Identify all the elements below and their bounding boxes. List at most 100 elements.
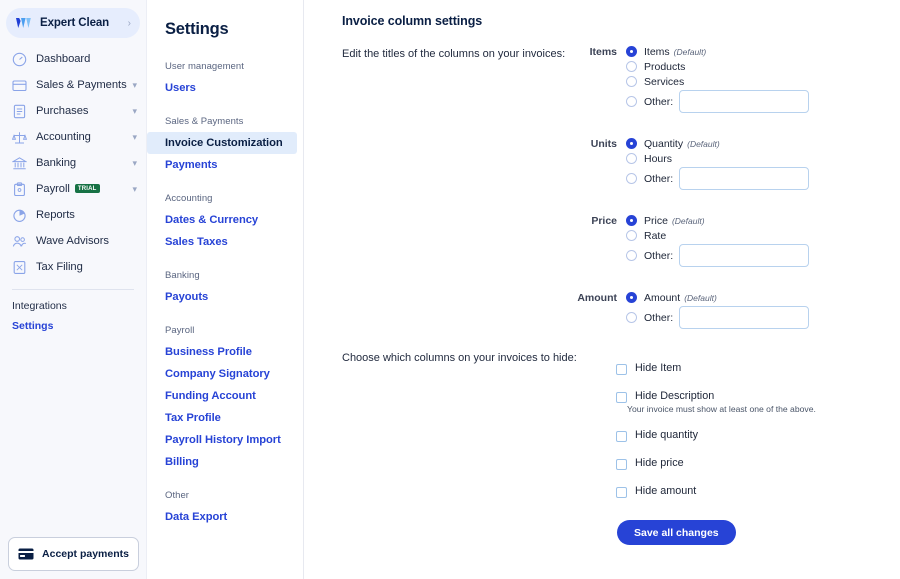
accept-payments-button[interactable]: Accept payments — [8, 537, 139, 571]
radio-button[interactable] — [626, 173, 637, 184]
other-text-input[interactable] — [679, 306, 809, 329]
sidebar-item-sales-payments[interactable]: Sales & Payments▾ — [0, 72, 146, 98]
sidebar-item-accounting[interactable]: Accounting▾ — [0, 124, 146, 150]
settings-link-tax-profile[interactable]: Tax Profile — [147, 407, 303, 429]
sidebar-item-purchases[interactable]: Purchases▾ — [0, 98, 146, 124]
settings-group: PayrollBusiness ProfileCompany Signatory… — [147, 325, 303, 473]
brand-switcher[interactable]: Expert Clean › — [6, 8, 140, 38]
radio-option[interactable]: Rate — [626, 228, 862, 243]
radio-label: Items(Default) — [644, 46, 706, 58]
radio-option[interactable]: Hours — [626, 151, 862, 166]
pie-chart-icon — [12, 208, 27, 223]
left-sidebar: Expert Clean › Dashboard Sales & Payments… — [0, 0, 147, 579]
radio-label: Hours — [644, 153, 672, 165]
checkbox[interactable] — [616, 487, 627, 498]
settings-link-company-signatory[interactable]: Company Signatory — [147, 363, 303, 385]
sidebar-item-label: Wave Advisors — [36, 235, 109, 247]
hide-option-row[interactable]: Hide quantity — [616, 429, 886, 442]
hide-option-row[interactable]: Hide price — [616, 457, 886, 470]
save-all-changes-button[interactable]: Save all changes — [617, 520, 736, 545]
other-text-input[interactable] — [679, 244, 809, 267]
sidebar-item-label: Reports — [36, 209, 75, 221]
hide-option-row[interactable]: Hide Item — [616, 362, 886, 375]
radio-label: Other: — [644, 173, 673, 185]
sidebar-item-wave-advisors[interactable]: Wave Advisors — [0, 228, 146, 254]
sidebar-item-reports[interactable]: Reports — [0, 202, 146, 228]
column-group-amount: AmountAmount(Default)Other: — [572, 290, 862, 330]
radio-option[interactable]: Amount(Default) — [626, 290, 862, 305]
radio-button[interactable] — [626, 138, 637, 149]
radio-button[interactable] — [626, 46, 637, 57]
other-text-input[interactable] — [679, 90, 809, 113]
radio-label: Price(Default) — [644, 215, 705, 227]
settings-link-payroll-history-import[interactable]: Payroll History Import — [147, 429, 303, 451]
default-tag: (Default) — [674, 47, 707, 57]
settings-link-funding-account[interactable]: Funding Account — [147, 385, 303, 407]
radio-option[interactable]: Other: — [626, 166, 862, 191]
settings-link-dates-currency[interactable]: Dates & Currency — [147, 209, 303, 231]
sidebar-item-tax-filing[interactable]: Tax Filing — [0, 254, 146, 280]
settings-link-business-profile[interactable]: Business Profile — [147, 341, 303, 363]
sidebar-item-label: Banking — [36, 157, 76, 169]
nav-link-list: IntegrationsSettings — [0, 296, 146, 336]
radio-button[interactable] — [626, 250, 637, 261]
radio-button[interactable] — [626, 292, 637, 303]
column-group-units: UnitsQuantity(Default)HoursOther: — [572, 136, 862, 191]
settings-link-users[interactable]: Users — [147, 77, 303, 99]
chevron-down-icon[interactable]: ▾ — [132, 159, 137, 168]
radio-option[interactable]: Other: — [626, 243, 862, 268]
hide-columns-form: Hide Item Hide DescriptionYour invoice mu… — [616, 362, 886, 545]
sidebar-item-payroll[interactable]: PayrollTRIAL▾ — [0, 176, 146, 202]
checkbox[interactable] — [616, 431, 627, 442]
radio-button[interactable] — [626, 215, 637, 226]
settings-group-list: User managementUsersSales & PaymentsInvo… — [147, 61, 303, 528]
settings-link-billing[interactable]: Billing — [147, 451, 303, 473]
sidebar-item-banking[interactable]: Banking ▾ — [0, 150, 146, 176]
sidebar-link-integrations[interactable]: Integrations — [0, 296, 146, 316]
chevron-down-icon[interactable]: ▾ — [132, 133, 137, 142]
hide-option-label: Hide Description — [635, 390, 816, 402]
checkbox[interactable] — [616, 392, 627, 403]
radio-button[interactable] — [626, 230, 637, 241]
other-text-input[interactable] — [679, 167, 809, 190]
sidebar-item-label: Dashboard — [36, 53, 90, 65]
settings-link-invoice-customization[interactable]: Invoice Customization — [147, 132, 297, 154]
radio-option-list: Quantity(Default) Hours Other: — [626, 136, 862, 191]
radio-option-list: Amount(Default)Other: — [626, 290, 862, 330]
column-group-label: Amount — [572, 290, 626, 330]
chevron-down-icon[interactable]: ▾ — [132, 185, 137, 194]
radio-button[interactable] — [626, 96, 637, 107]
settings-link-payments[interactable]: Payments — [147, 154, 303, 176]
column-group-price: PricePrice(Default)RateOther: — [572, 213, 862, 268]
people-icon — [12, 234, 27, 249]
hide-option-row[interactable]: Hide DescriptionYour invoice must show a… — [616, 390, 886, 414]
settings-group-heading: User management — [147, 61, 303, 72]
radio-button[interactable] — [626, 61, 637, 72]
radio-button[interactable] — [626, 153, 637, 164]
radio-option[interactable]: Other: — [626, 89, 862, 114]
hide-option-row[interactable]: Hide amount — [616, 485, 886, 498]
radio-label: Rate — [644, 230, 666, 242]
checkbox[interactable] — [616, 364, 627, 375]
checkbox[interactable] — [616, 459, 627, 470]
radio-button[interactable] — [626, 312, 637, 323]
settings-link-payouts[interactable]: Payouts — [147, 286, 303, 308]
chevron-right-icon: › — [128, 18, 131, 29]
radio-option[interactable]: Other: — [626, 305, 862, 330]
radio-option[interactable]: Services — [626, 74, 862, 89]
settings-link-data-export[interactable]: Data Export — [147, 506, 303, 528]
radio-option[interactable]: Products — [626, 59, 862, 74]
column-title-form: ItemsItems(Default)ProductsServicesOther… — [572, 44, 862, 330]
radio-option[interactable]: Quantity(Default) — [626, 136, 862, 151]
chevron-down-icon[interactable]: ▾ — [132, 81, 137, 90]
speedometer-icon — [12, 52, 27, 67]
sidebar-item-dashboard[interactable]: Dashboard — [0, 46, 146, 72]
brand-name: Expert Clean — [40, 17, 128, 29]
settings-link-sales-taxes[interactable]: Sales Taxes — [147, 231, 303, 253]
sidebar-link-settings[interactable]: Settings — [0, 316, 146, 336]
sidebar-divider — [12, 289, 134, 290]
radio-button[interactable] — [626, 76, 637, 87]
radio-option[interactable]: Items(Default) — [626, 44, 862, 59]
radio-option[interactable]: Price(Default) — [626, 213, 862, 228]
chevron-down-icon[interactable]: ▾ — [132, 107, 137, 116]
